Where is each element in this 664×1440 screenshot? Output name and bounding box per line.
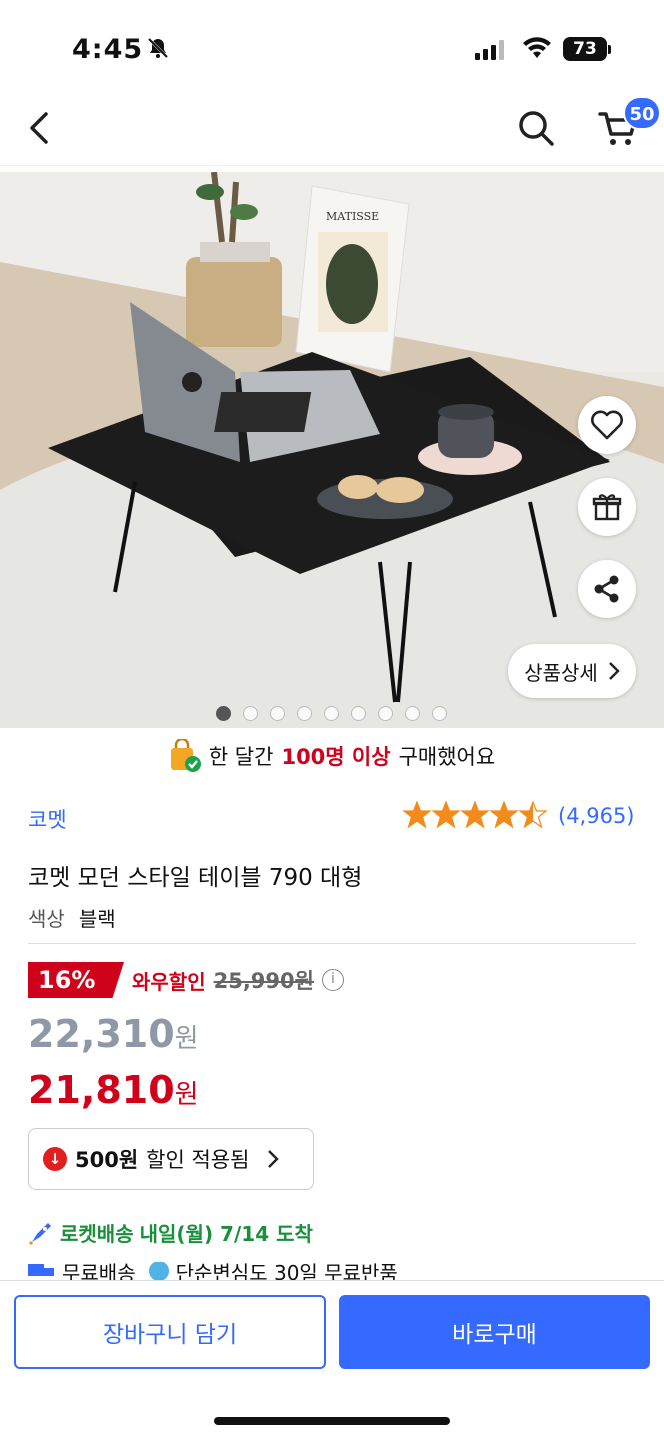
- product-detail-label: 상품상세: [524, 660, 598, 685]
- product-detail-button[interactable]: 상품상세: [508, 644, 636, 698]
- return-icon: [148, 1262, 169, 1280]
- truck-icon: [28, 1264, 54, 1276]
- shopping-bag-check-icon: [170, 739, 201, 772]
- search-icon[interactable]: [514, 106, 558, 154]
- wow-price-unit: 원: [174, 1080, 199, 1110]
- pager-dot[interactable]: [270, 706, 285, 721]
- wifi-icon: [522, 36, 552, 64]
- return-policy: 단순변심도 30일 무료반품: [175, 1262, 398, 1280]
- pager-dot[interactable]: [216, 706, 231, 721]
- share-icon: [594, 575, 619, 603]
- rocket-label: 로켓배송: [60, 1222, 134, 1246]
- pager-dot[interactable]: [297, 706, 312, 721]
- sale-price: 22,310원: [28, 1012, 199, 1056]
- bottom-action-bar: 장바구니 담기 바로구매: [0, 1280, 664, 1440]
- banner-highlight: 100명 이상: [281, 745, 391, 769]
- pager-dot[interactable]: [432, 706, 447, 721]
- pager-dot[interactable]: [378, 706, 393, 721]
- divider: [28, 943, 636, 944]
- pager-dot[interactable]: [405, 706, 420, 721]
- down-arrow-icon: ↓: [43, 1147, 67, 1171]
- gift-icon: [592, 494, 622, 521]
- discount-row: 16% 와우할인 25,990원 i: [28, 962, 344, 998]
- discount-badge: 16%: [28, 962, 124, 998]
- coupon-text: 할인 적용됨: [146, 1148, 250, 1172]
- free-shipping-label: 무료배송: [62, 1262, 136, 1280]
- wow-price-value: 21,810: [28, 1068, 175, 1112]
- sale-price-unit: 원: [174, 1024, 199, 1054]
- signal-icon: [475, 40, 507, 64]
- rating-stars[interactable]: [402, 800, 552, 830]
- info-icon[interactable]: i: [321, 969, 344, 991]
- battery-icon: 73: [563, 37, 607, 61]
- rocket-icon: [28, 1222, 51, 1245]
- product-title: 코멧 모던 스타일 테이블 790 대형: [28, 865, 363, 891]
- poster-text: MATISSE: [326, 210, 379, 223]
- free-shipping-row: 무료배송 단순변심도 30일 무료반품: [28, 1262, 398, 1280]
- buy-now-button[interactable]: 바로구매: [339, 1295, 650, 1369]
- home-indicator: [214, 1417, 450, 1425]
- purchase-count-banner: 한 달간 100명 이상 구매했어요: [0, 734, 664, 778]
- share-button[interactable]: [578, 560, 636, 618]
- banner-prefix: 한 달간: [208, 745, 274, 769]
- option-row[interactable]: 색상 블랙: [28, 903, 116, 932]
- status-bar: 4:45 73: [0, 0, 664, 92]
- coupon-amount: 500원: [75, 1148, 139, 1172]
- arrival-date: 내일(월) 7/14 도착: [139, 1222, 313, 1246]
- sale-price-value: 22,310: [28, 1012, 175, 1056]
- top-nav: [0, 92, 664, 166]
- star-rating-icon: [402, 800, 548, 829]
- wow-sale-label: 와우할인: [132, 969, 206, 994]
- chevron-right-icon: [268, 1150, 280, 1168]
- pager-dot[interactable]: [351, 706, 366, 721]
- battery-tip: [608, 45, 611, 54]
- wishlist-button[interactable]: [578, 396, 636, 454]
- rocket-delivery-row: 로켓배송 내일(월) 7/14 도착: [28, 1218, 313, 1247]
- chevron-right-icon: [608, 662, 620, 680]
- option-value: 블랙: [78, 907, 116, 931]
- pager-dot[interactable]: [243, 706, 258, 721]
- coupon-button[interactable]: ↓ 500원 할인 적용됨: [28, 1128, 314, 1190]
- wow-price: 21,810원: [28, 1068, 199, 1112]
- gift-button[interactable]: [578, 478, 636, 536]
- review-count-link[interactable]: (4,965): [558, 804, 635, 828]
- silent-bell-icon: [146, 36, 170, 64]
- clock: 4:45: [72, 34, 144, 65]
- image-pager: [216, 706, 447, 721]
- banner-suffix: 구매했어요: [398, 745, 496, 769]
- pager-dot[interactable]: [324, 706, 339, 721]
- add-to-cart-button[interactable]: 장바구니 담기: [14, 1295, 326, 1369]
- original-price: 25,990원: [213, 969, 314, 993]
- cart-count-badge: 50: [623, 96, 661, 130]
- option-label: 색상: [28, 907, 65, 931]
- back-arrow-icon[interactable]: [24, 106, 56, 154]
- heart-icon: [591, 410, 623, 440]
- brand-link[interactable]: 코멧: [28, 804, 67, 834]
